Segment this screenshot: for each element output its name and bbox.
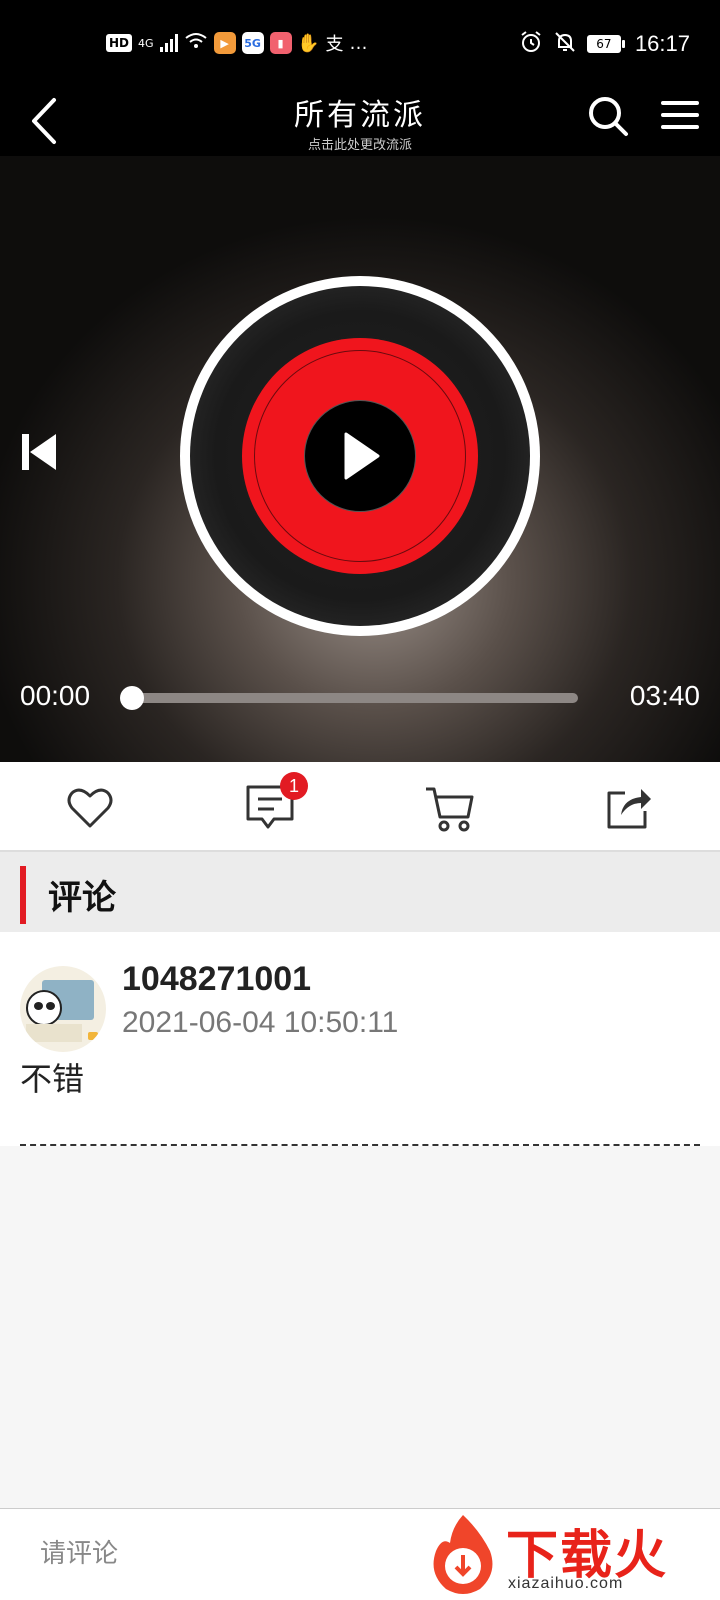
- comment-timestamp: 2021-06-04 10:50:11: [122, 1006, 399, 1039]
- disc-label: [242, 338, 478, 574]
- comment-username: 1048271001: [122, 960, 312, 998]
- comments-list: 1048271001 2021-06-04 10:50:11 不错: [0, 932, 720, 1508]
- watermark-logo-icon: [433, 1515, 493, 1594]
- 5g-app-icon: 5G: [241, 32, 264, 54]
- signal-icon: [159, 34, 178, 52]
- wifi-icon: [184, 32, 208, 54]
- hd-indicator: HD: [106, 34, 133, 52]
- previous-icon: [22, 434, 56, 470]
- status-indicators: HD 4G ▶ 5G ▮ ✋ 支 …: [106, 30, 368, 56]
- app-notification-icon: ▶: [213, 32, 236, 54]
- comment-item: 1048271001 2021-06-04 10:50:11 不错: [0, 932, 720, 1146]
- status-right: 67 16:17: [519, 30, 690, 58]
- like-button[interactable]: [60, 780, 120, 836]
- share-button[interactable]: [598, 780, 658, 836]
- mute-icon: [553, 30, 577, 58]
- battery-icon: 67: [586, 35, 625, 53]
- vinyl-disc: [180, 276, 540, 636]
- header: 所有流派 点击此处更改流派: [0, 88, 720, 156]
- progress-thumb[interactable]: [120, 686, 144, 710]
- cart-button[interactable]: [420, 780, 480, 836]
- search-icon: [589, 97, 628, 136]
- clock: 16:17: [634, 31, 690, 56]
- comments-header: 评论: [0, 852, 720, 932]
- watermark-url: xiazaihuo.com: [508, 1575, 624, 1592]
- battery-level: 67: [586, 35, 621, 53]
- comment-input[interactable]: [20, 1521, 420, 1587]
- divider: [20, 1144, 700, 1146]
- music-player: 00:00 03:40: [0, 156, 720, 762]
- share-icon: [607, 789, 651, 829]
- more-notifications: …: [349, 32, 368, 54]
- comments-title: 评论: [48, 878, 116, 918]
- watermark: 下载火 xiazaihuo.com: [420, 1509, 710, 1600]
- search-button[interactable]: [586, 94, 630, 138]
- avatar[interactable]: [20, 966, 106, 1052]
- alarm-icon: [519, 30, 543, 58]
- play-icon: [344, 432, 380, 480]
- comment-button[interactable]: 1: [240, 772, 308, 836]
- comment-input-bar: 下载火 xiazaihuo.com: [0, 1508, 720, 1600]
- section-accent: [20, 866, 26, 924]
- previous-button[interactable]: [20, 432, 60, 472]
- comment-text: 不错: [20, 1060, 85, 1098]
- menu-button[interactable]: [660, 98, 700, 132]
- total-duration: 03:40: [629, 680, 700, 711]
- status-bar: HD 4G ▶ 5G ▮ ✋ 支 … 67 16:17: [0, 0, 720, 88]
- network-type: 4G: [138, 36, 154, 50]
- action-bar: 1: [0, 762, 720, 852]
- cart-icon: [426, 787, 474, 832]
- comment-count-badge: 1: [280, 772, 308, 800]
- menu-icon: [661, 101, 699, 129]
- heart-icon: [67, 788, 113, 828]
- progress-bar[interactable]: [132, 693, 578, 703]
- book-app-icon: ▮: [269, 32, 292, 54]
- alipay-icon: 支: [325, 34, 344, 55]
- play-button[interactable]: [304, 400, 416, 512]
- elapsed-time: 00:00: [20, 680, 91, 711]
- hand-icon: ✋: [297, 32, 320, 54]
